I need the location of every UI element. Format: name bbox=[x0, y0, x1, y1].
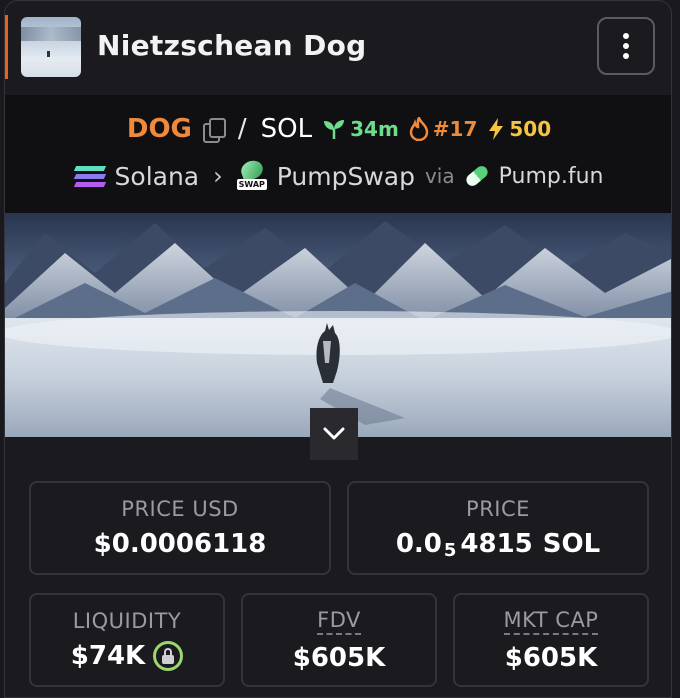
pair-age-badge: 34m bbox=[322, 117, 399, 141]
liquidity-card: LIQUIDITY $74K bbox=[29, 593, 225, 687]
via-label: via bbox=[424, 164, 455, 188]
lock-icon[interactable] bbox=[153, 641, 184, 671]
pumpswap-icon: SWAP bbox=[236, 157, 267, 191]
mkt-cap-card: MKT CAP $605K bbox=[453, 593, 649, 687]
launchpad-name[interactable]: Pump.fun bbox=[499, 164, 604, 189]
price-native-label: PRICE bbox=[466, 497, 530, 521]
mkt-cap-label[interactable]: MKT CAP bbox=[503, 608, 599, 635]
token-thumbnail[interactable] bbox=[21, 17, 81, 77]
price-native-prefix: 0.0 bbox=[395, 529, 442, 559]
mkt-cap-value: $605K bbox=[504, 642, 598, 673]
lightning-icon bbox=[489, 118, 504, 140]
more-options-button[interactable] bbox=[597, 17, 655, 75]
pair-line: DOG / SOL 34m #17 500 bbox=[5, 109, 671, 149]
token-panel: Nietzschean Dog DOG / SOL 34m #17 500 So… bbox=[4, 0, 672, 698]
dex-name[interactable]: PumpSwap bbox=[277, 162, 415, 191]
copy-icon[interactable] bbox=[202, 117, 226, 143]
chain-name[interactable]: Solana bbox=[115, 162, 200, 191]
chain-breadcrumb: Solana › SWAP PumpSwap via Pump.fun bbox=[5, 157, 671, 195]
more-vertical-icon bbox=[623, 33, 629, 39]
pair-age-value: 34m bbox=[350, 117, 399, 141]
mountain-scene bbox=[5, 221, 671, 437]
base-token-symbol[interactable]: DOG bbox=[127, 114, 192, 144]
pumpfun-pill-icon bbox=[463, 163, 490, 189]
fdv-label[interactable]: FDV bbox=[317, 608, 361, 635]
boost-value: 500 bbox=[509, 117, 552, 141]
liquidity-label: LIQUIDITY bbox=[72, 609, 182, 633]
token-header: Nietzschean Dog bbox=[5, 1, 671, 95]
pair-info-bar: DOG / SOL 34m #17 500 Solana › SWAP Pump… bbox=[5, 95, 671, 213]
price-usd-card: PRICE USD $0.0006118 bbox=[29, 481, 331, 575]
price-native-value: 0.0 5 4815 SOL bbox=[395, 529, 601, 561]
token-banner-image bbox=[5, 213, 671, 437]
chevron-right-icon: › bbox=[213, 162, 223, 190]
price-native-zero-count: 5 bbox=[443, 539, 457, 561]
stats-grid: PRICE USD $0.0006118 PRICE 0.0 5 4815 SO… bbox=[5, 437, 671, 697]
trending-rank-value: #17 bbox=[432, 117, 478, 141]
expand-banner-button[interactable] bbox=[310, 408, 358, 460]
chevron-down-icon bbox=[323, 427, 345, 440]
sprout-icon bbox=[324, 120, 345, 139]
fdv-value: $605K bbox=[292, 642, 386, 673]
price-usd-label: PRICE USD bbox=[121, 497, 239, 521]
boost-badge[interactable]: 500 bbox=[487, 117, 551, 141]
pair-separator: / bbox=[237, 114, 247, 144]
trending-rank-badge[interactable]: #17 bbox=[409, 117, 478, 141]
quote-token-symbol: SOL bbox=[260, 114, 313, 144]
liquidity-value: $74K bbox=[70, 641, 146, 671]
token-title: Nietzschean Dog bbox=[97, 29, 367, 62]
price-usd-value: $0.0006118 bbox=[93, 529, 267, 559]
liquidity-value-row: $74K bbox=[70, 641, 184, 671]
price-native-card: PRICE 0.0 5 4815 SOL bbox=[347, 481, 649, 575]
fdv-card: FDV $605K bbox=[241, 593, 437, 687]
price-native-digits: 4815 bbox=[460, 529, 533, 559]
flame-icon bbox=[409, 117, 429, 141]
price-native-unit: SOL bbox=[542, 529, 601, 559]
solana-icon bbox=[73, 165, 106, 187]
